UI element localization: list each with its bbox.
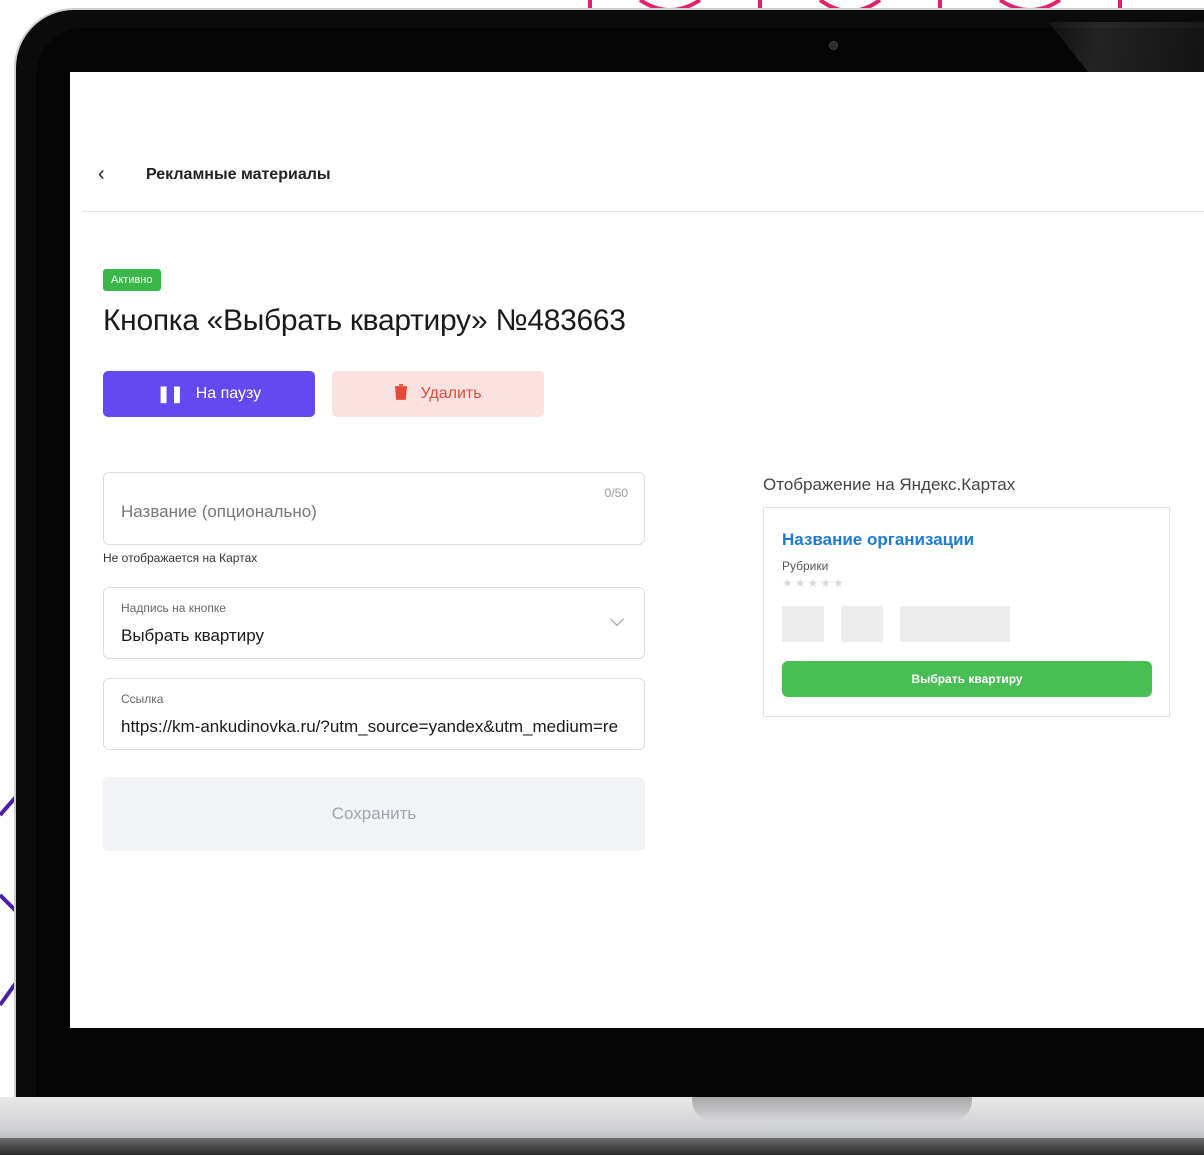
link-input-value: https://km-ankudinovka.ru/?utm_source=ya… xyxy=(121,717,619,736)
pause-button[interactable]: ❚❚ На паузу xyxy=(103,371,315,417)
delete-button[interactable]: Удалить xyxy=(332,371,544,417)
breadcrumb-back-link[interactable]: Рекламные материалы xyxy=(146,166,331,184)
delete-button-label: Удалить xyxy=(420,385,482,402)
preview-cta-button: Выбрать квартиру xyxy=(782,661,1152,697)
status-badge: Активно xyxy=(103,269,161,291)
name-input-placeholder: Название (опционально) xyxy=(121,502,317,521)
char-counter: 0/50 xyxy=(604,486,628,500)
laptop-notch xyxy=(692,1097,972,1122)
camera-icon xyxy=(829,41,838,50)
trash-icon xyxy=(394,383,408,405)
button-label-select[interactable]: Надпись на кнопке Выбрать квартиру xyxy=(103,587,645,659)
button-label-select-label: Надпись на кнопке xyxy=(121,601,226,615)
preview-placeholder-block xyxy=(782,606,824,642)
preview-placeholder-block xyxy=(841,606,883,642)
name-hint: Не отображается на Картах xyxy=(103,551,258,565)
preview-card: Название организации Рубрики ★★★★★ Выбра… xyxy=(763,507,1170,717)
save-button[interactable]: Сохранить xyxy=(103,777,645,851)
pause-button-label: На паузу xyxy=(195,385,262,402)
button-label-select-value: Выбрать квартиру xyxy=(121,626,265,645)
chevron-down-icon xyxy=(609,611,625,627)
back-arrow-icon[interactable]: ‹ xyxy=(98,164,112,184)
rating-stars-icon: ★★★★★ xyxy=(782,576,846,590)
preview-org-name: Название организации xyxy=(782,530,975,549)
name-input[interactable]: Название (опционально) 0/50 xyxy=(103,472,645,545)
page-title: Кнопка «Выбрать квартиру» №483663 xyxy=(103,304,626,337)
preview-placeholder-block xyxy=(900,606,1010,642)
link-input[interactable]: Ссылка https://km-ankudinovka.ru/?utm_so… xyxy=(103,678,645,750)
preview-rubric: Рубрики xyxy=(782,559,829,573)
pause-icon: ❚❚ xyxy=(156,386,184,403)
screen: ‹ Рекламные материалы Активно Кнопка «Вы… xyxy=(70,72,1204,1028)
link-input-label: Ссылка xyxy=(121,692,164,706)
laptop-base-edge xyxy=(0,1138,1204,1155)
preview-title: Отображение на Яндекс.Картах xyxy=(763,475,1016,494)
